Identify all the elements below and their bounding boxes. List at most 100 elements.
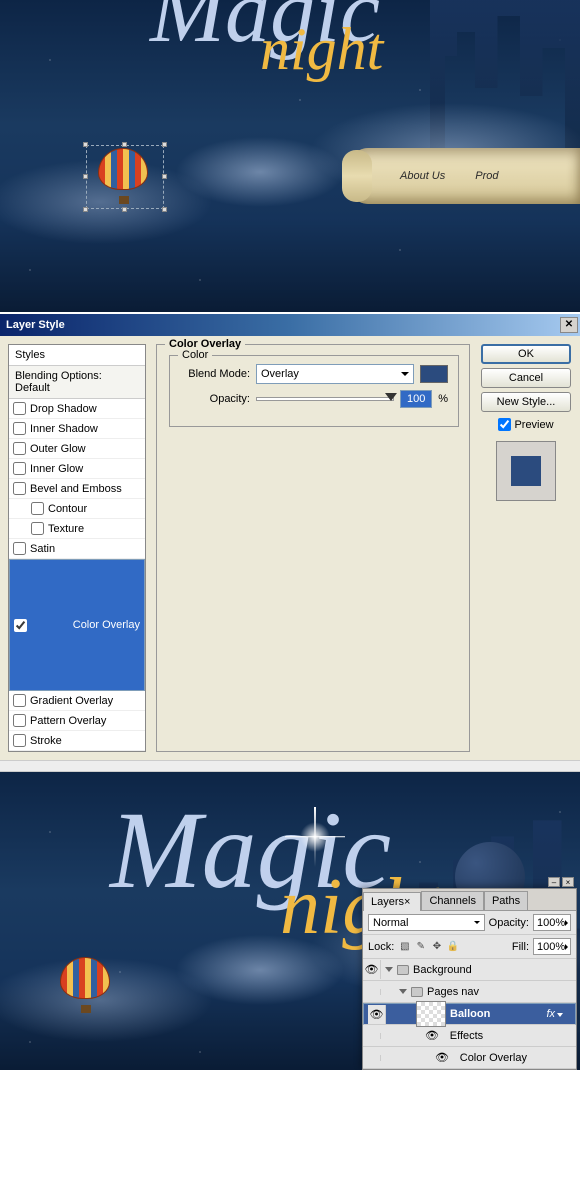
- blend-mode-label: Blend Mode:: [180, 368, 250, 380]
- opt-bevel[interactable]: Bevel and Emboss: [9, 479, 145, 499]
- nav-products[interactable]: Prod: [475, 170, 498, 182]
- chk-texture[interactable]: [31, 522, 44, 535]
- fill-input[interactable]: 100%: [533, 938, 571, 955]
- ok-button[interactable]: OK: [481, 344, 571, 364]
- chk-inner-glow[interactable]: [13, 462, 26, 475]
- chk-color-overlay[interactable]: [14, 619, 27, 632]
- chk-satin[interactable]: [13, 542, 26, 555]
- lock-transparency-icon[interactable]: ▧: [398, 941, 411, 954]
- lock-position-icon[interactable]: ✥: [430, 941, 443, 954]
- handle-br[interactable]: [162, 207, 167, 212]
- opt-inner-shadow[interactable]: Inner Shadow: [9, 419, 145, 439]
- layer-group-background[interactable]: 👁 Background: [363, 959, 576, 981]
- new-style-button[interactable]: New Style...: [481, 392, 571, 412]
- styles-header[interactable]: Styles: [9, 345, 145, 366]
- handle-ml[interactable]: [83, 174, 88, 179]
- folder-icon: [411, 987, 423, 997]
- opt-pattern-overlay[interactable]: Pattern Overlay: [9, 711, 145, 731]
- opt-outer-glow[interactable]: Outer Glow: [9, 439, 145, 459]
- lock-all-icon[interactable]: 🔒: [446, 941, 459, 954]
- close-icon[interactable]: ✕: [560, 317, 578, 333]
- opacity-slider[interactable]: [256, 397, 394, 401]
- arrow-icon: [565, 920, 571, 926]
- handle-mr[interactable]: [162, 174, 167, 179]
- fill-label: Fill:: [512, 941, 529, 953]
- chk-gradient-overlay[interactable]: [13, 694, 26, 707]
- transform-selection[interactable]: [86, 145, 164, 209]
- arrow-icon: [565, 944, 571, 950]
- chk-contour[interactable]: [31, 502, 44, 515]
- handle-tr[interactable]: [162, 142, 167, 147]
- preview-swatch: [511, 456, 541, 486]
- visibility-icon[interactable]: 👁: [363, 960, 381, 979]
- disclosure-icon[interactable]: [385, 967, 393, 976]
- visibility-icon[interactable]: 👁: [435, 1051, 449, 1064]
- slider-thumb[interactable]: [385, 393, 397, 407]
- dialog-titlebar[interactable]: Layer Style ✕: [0, 314, 580, 336]
- canvas-top: Magic night About Us Prod: [0, 0, 580, 312]
- opacity-unit: %: [438, 393, 448, 405]
- visibility-icon[interactable]: [363, 1033, 381, 1039]
- opacity-input[interactable]: 100%: [533, 914, 571, 931]
- tab-paths[interactable]: Paths: [484, 891, 528, 910]
- opt-inner-glow[interactable]: Inner Glow: [9, 459, 145, 479]
- opt-contour[interactable]: Contour: [9, 499, 145, 519]
- chk-drop-shadow[interactable]: [13, 402, 26, 415]
- lock-icons: ▧ ✎ ✥ 🔒: [398, 940, 459, 954]
- lock-pixels-icon[interactable]: ✎: [414, 941, 427, 954]
- layer-color-overlay-effect[interactable]: 👁 Color Overlay: [363, 1047, 576, 1069]
- handle-bl[interactable]: [83, 207, 88, 212]
- visibility-icon[interactable]: [363, 989, 381, 995]
- opt-stroke[interactable]: Stroke: [9, 731, 145, 751]
- cancel-button[interactable]: Cancel: [481, 368, 571, 388]
- opt-drop-shadow[interactable]: Drop Shadow: [9, 399, 145, 419]
- chk-pattern-overlay[interactable]: [13, 714, 26, 727]
- chk-bevel[interactable]: [13, 482, 26, 495]
- chevron-down-icon: [474, 921, 480, 927]
- canvas-bottom: Magic night – × Layers× Channels Paths N…: [0, 772, 580, 1070]
- disclosure-icon[interactable]: [399, 989, 407, 998]
- opacity-label: Opacity:: [180, 393, 250, 405]
- fx-badge[interactable]: fx: [546, 1008, 567, 1020]
- preview-checkbox[interactable]: [498, 418, 511, 431]
- layers-panel[interactable]: – × Layers× Channels Paths Normal Opacit…: [362, 888, 577, 1070]
- close-icon[interactable]: ×: [562, 877, 574, 887]
- chk-outer-glow[interactable]: [13, 442, 26, 455]
- chevron-down-icon: [401, 372, 409, 380]
- visibility-icon[interactable]: 👁: [368, 1005, 386, 1024]
- balloon-basket: [81, 1005, 91, 1013]
- layer-thumbnail[interactable]: [416, 1001, 446, 1027]
- chk-inner-shadow[interactable]: [13, 422, 26, 435]
- opacity-label: Opacity:: [489, 917, 529, 929]
- blend-mode-select[interactable]: Overlay: [256, 364, 414, 384]
- blending-options[interactable]: Blending Options: Default: [9, 366, 145, 399]
- logo-sub: night: [260, 15, 383, 84]
- opt-gradient-overlay[interactable]: Gradient Overlay: [9, 691, 145, 711]
- tab-layers[interactable]: Layers×: [363, 892, 421, 911]
- layer-effects[interactable]: 👁 Effects: [363, 1025, 576, 1047]
- preview-toggle[interactable]: Preview: [498, 418, 553, 431]
- opt-satin[interactable]: Satin: [9, 539, 145, 559]
- nav-about[interactable]: About Us: [400, 170, 445, 182]
- color-subgroup: Color Blend Mode: Overlay Opacity: 100 %: [169, 355, 459, 427]
- handle-tl[interactable]: [83, 142, 88, 147]
- sub-label: Color: [178, 349, 212, 361]
- chk-stroke[interactable]: [13, 734, 26, 747]
- layer-balloon[interactable]: 👁 Balloonfx: [363, 1003, 576, 1025]
- opt-texture[interactable]: Texture: [9, 519, 145, 539]
- layer-style-dialog: Layer Style ✕ Styles Blending Options: D…: [0, 312, 580, 760]
- blend-mode-select[interactable]: Normal: [368, 914, 485, 931]
- lock-label: Lock:: [368, 941, 394, 953]
- styles-list: Styles Blending Options: Default Drop Sh…: [8, 344, 146, 752]
- handle-bc[interactable]: [122, 207, 127, 212]
- minimize-icon[interactable]: –: [548, 877, 560, 887]
- color-swatch[interactable]: [420, 365, 448, 383]
- visibility-icon[interactable]: 👁: [425, 1029, 439, 1042]
- handle-tc[interactable]: [122, 142, 127, 147]
- opt-color-overlay[interactable]: Color Overlay: [9, 559, 145, 691]
- visibility-icon[interactable]: [363, 1055, 381, 1061]
- preview-box: [496, 441, 556, 501]
- opacity-input[interactable]: 100: [400, 390, 432, 408]
- close-tab-icon[interactable]: ×: [404, 896, 410, 908]
- tab-channels[interactable]: Channels: [421, 891, 483, 910]
